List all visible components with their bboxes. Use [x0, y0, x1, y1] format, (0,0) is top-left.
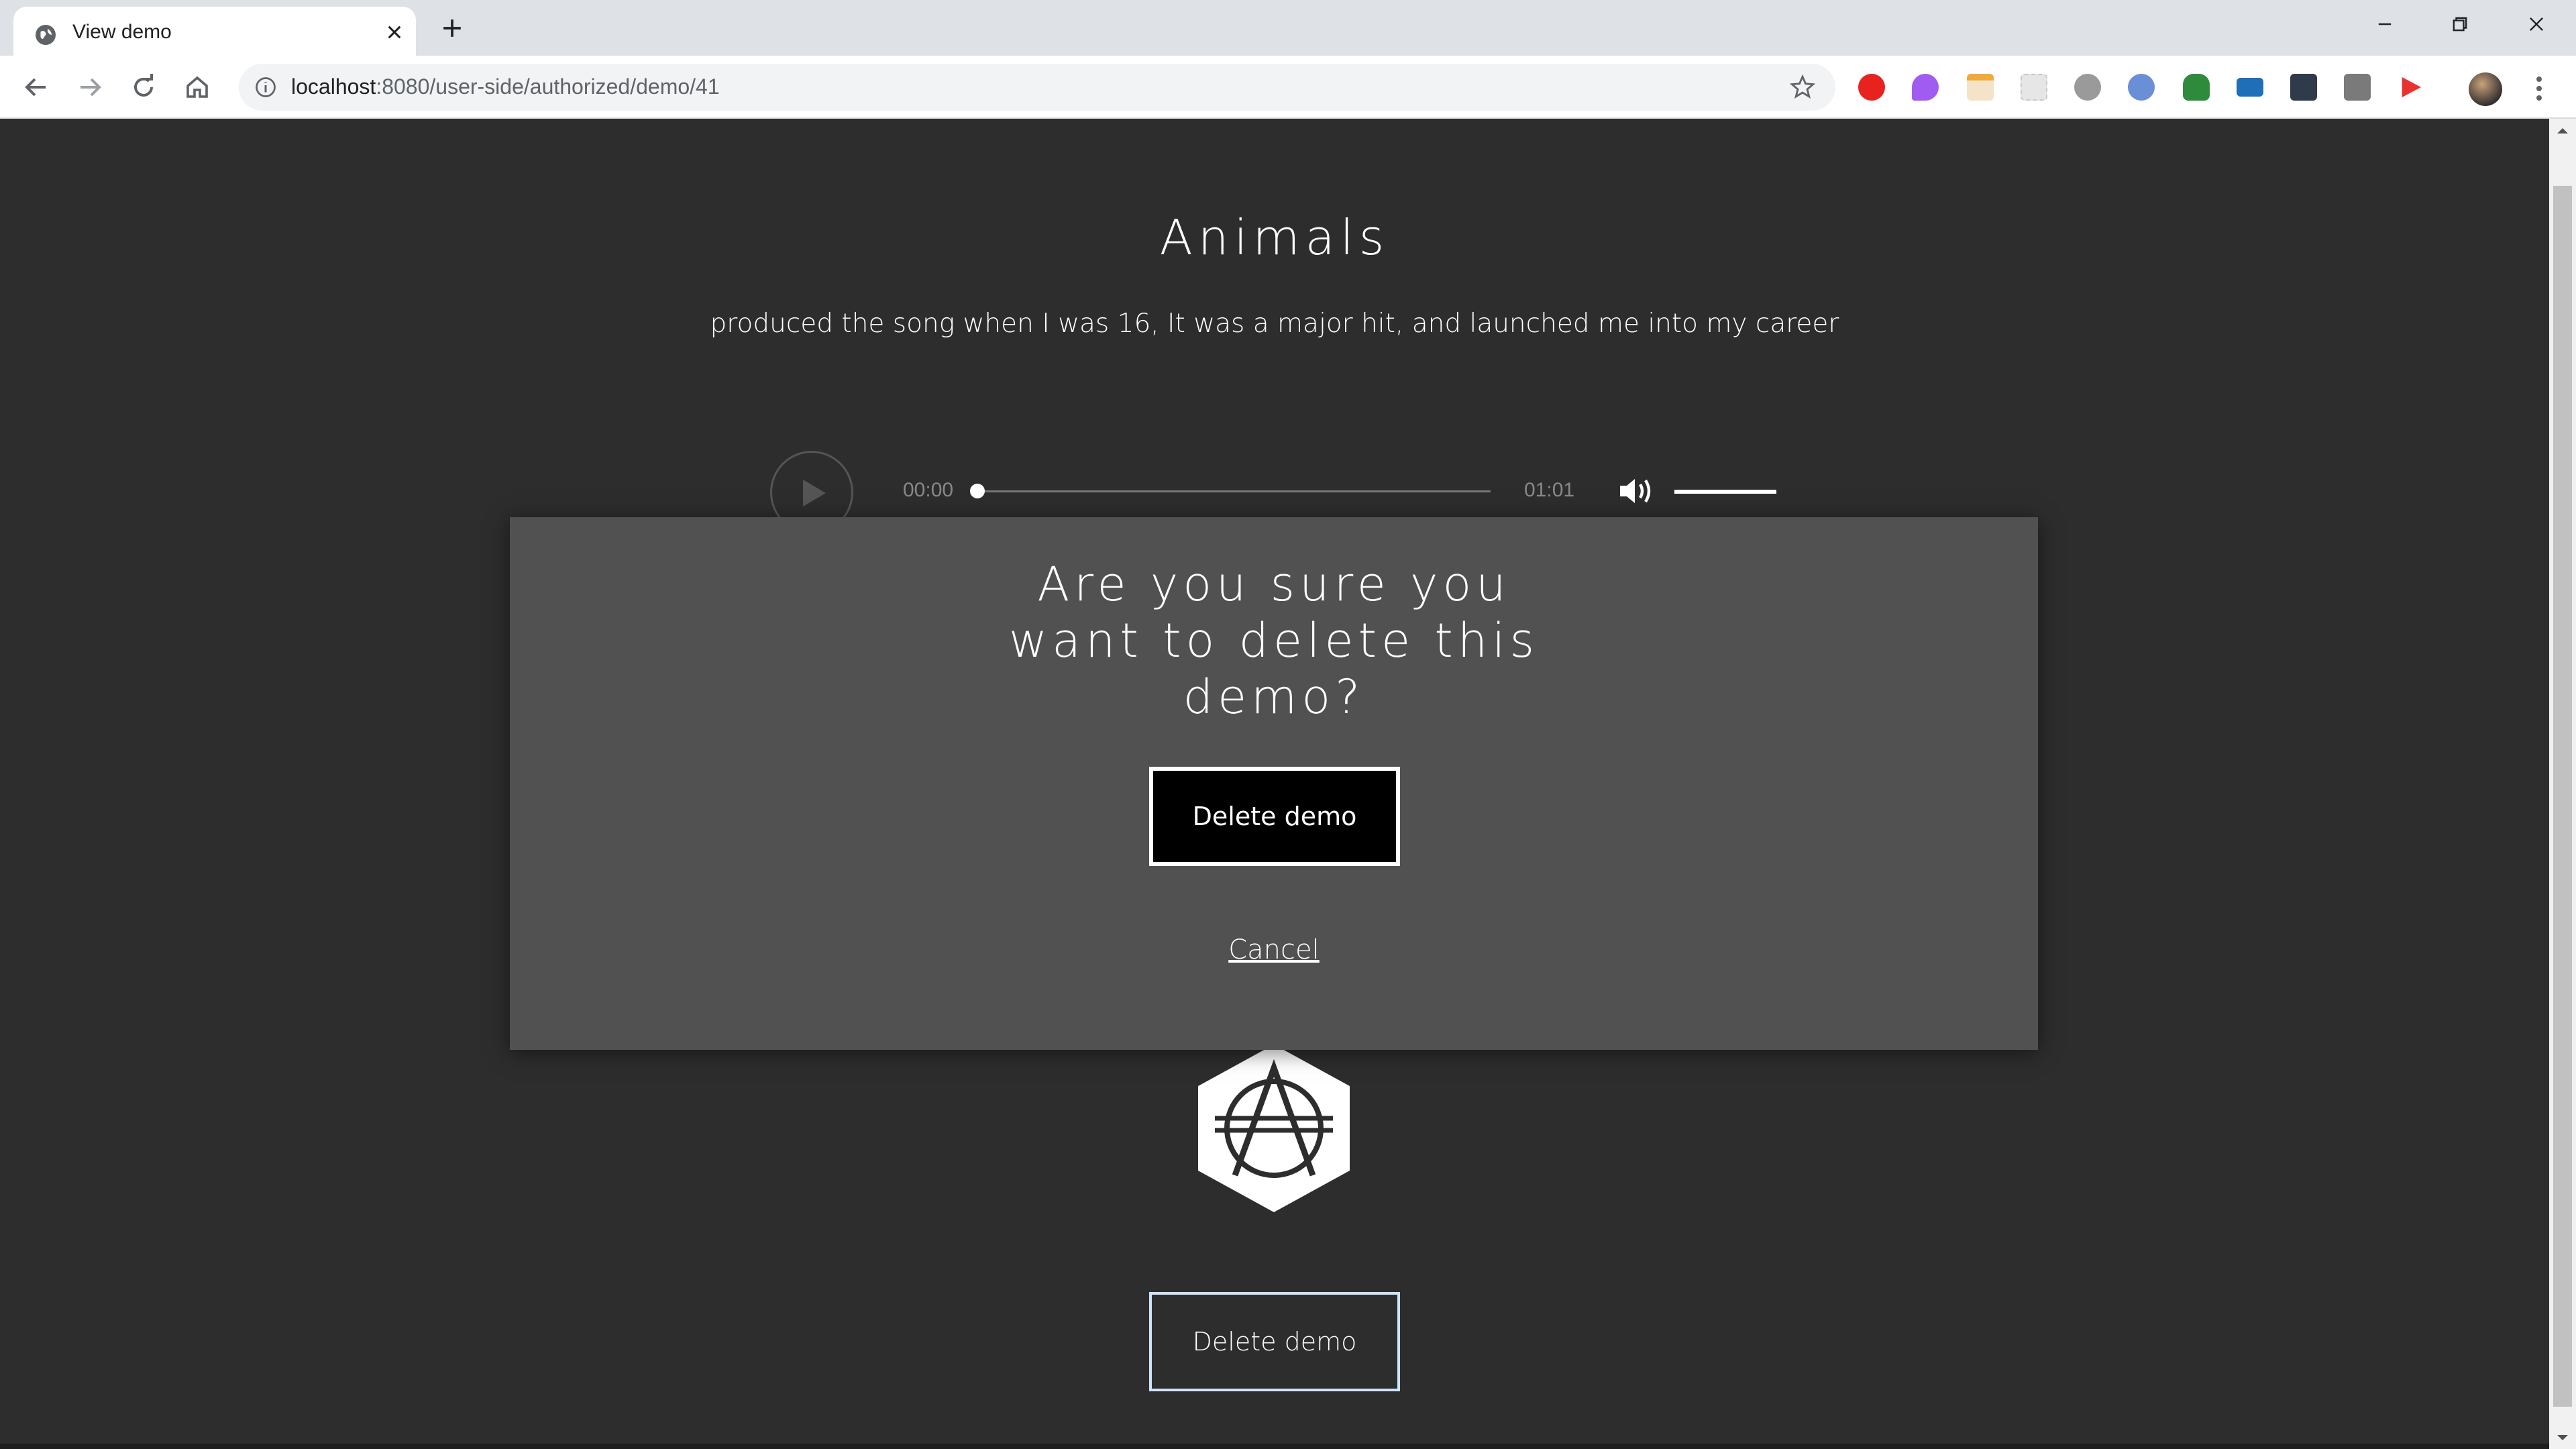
- play-icon: [803, 480, 826, 506]
- close-icon[interactable]: [381, 19, 408, 46]
- scrollbar-thumb[interactable]: [2553, 186, 2572, 1407]
- gear-extension-icon[interactable]: [2074, 74, 2101, 101]
- avatar[interactable]: [2469, 72, 2502, 106]
- brand-logo: [1198, 1044, 1350, 1212]
- x-extension-icon[interactable]: [2290, 74, 2317, 101]
- modal-title-line: demo?: [1183, 669, 1365, 724]
- paint-extension-icon[interactable]: [1912, 74, 1939, 101]
- tab-title: View demo: [72, 21, 172, 43]
- modal-title-line: want to delete this: [1008, 613, 1540, 668]
- page-bottom-edge: [0, 1444, 2549, 1449]
- plus-icon[interactable]: [437, 13, 467, 43]
- song-description: produced the song when I was 16, It was …: [710, 309, 1839, 339]
- address-bar[interactable]: localhost:8080/user-side/authorized/demo…: [239, 64, 1835, 111]
- screenshot-extension-icon[interactable]: [2021, 74, 2047, 101]
- volume-icon[interactable]: [1619, 476, 1655, 506]
- star-icon[interactable]: [1788, 73, 1817, 101]
- volume-slider[interactable]: [1674, 490, 1776, 494]
- progress-bar[interactable]: [977, 490, 1491, 492]
- restore-icon[interactable]: [2442, 9, 2478, 39]
- s-extension-icon[interactable]: [2344, 74, 2371, 101]
- delete-demo-button[interactable]: Delete demo: [1149, 1292, 1400, 1391]
- evernote-extension-icon[interactable]: [2183, 74, 2210, 101]
- scroll-up-icon[interactable]: [2556, 124, 2569, 138]
- play-extension-icon[interactable]: [2398, 74, 2424, 101]
- globe-icon: [36, 25, 56, 45]
- scroll-down-icon[interactable]: [2556, 1431, 2569, 1444]
- opera-extension-icon[interactable]: [1858, 74, 1885, 101]
- monitor-extension-icon[interactable]: [2237, 78, 2263, 97]
- url-path: :8080/user-side/authorized/demo/41: [376, 74, 720, 99]
- scrollbar[interactable]: [2549, 119, 2576, 1449]
- browser-tab-strip: View demo: [0, 0, 2576, 56]
- delete-confirm-modal: Are you sure you want to delete this dem…: [510, 517, 2038, 1050]
- calendar-extension-icon[interactable]: [1967, 74, 1994, 101]
- reload-icon[interactable]: [127, 71, 160, 103]
- menu-icon[interactable]: [2529, 72, 2549, 105]
- duration-time: 01:01: [1524, 479, 1575, 501]
- info-icon[interactable]: [254, 75, 278, 99]
- current-time: 00:00: [903, 479, 954, 501]
- back-icon[interactable]: [20, 71, 52, 103]
- url-host: localhost: [291, 74, 376, 99]
- compass-extension-icon[interactable]: [2128, 74, 2155, 101]
- browser-toolbar: localhost:8080/user-side/authorized/demo…: [0, 56, 2576, 119]
- confirm-delete-button[interactable]: Delete demo: [1149, 767, 1400, 866]
- cancel-link[interactable]: Cancel: [510, 934, 2038, 965]
- forward-icon[interactable]: [74, 71, 106, 103]
- home-icon[interactable]: [181, 71, 213, 103]
- minimize-icon[interactable]: [2367, 9, 2403, 39]
- browser-tab[interactable]: View demo: [13, 7, 416, 56]
- window-close-icon[interactable]: [2518, 9, 2555, 39]
- modal-title: Are you sure you want to delete this dem…: [510, 556, 2038, 725]
- url-text: localhost:8080/user-side/authorized/demo…: [291, 74, 720, 99]
- modal-title-line: Are you sure you: [1037, 557, 1511, 612]
- progress-handle[interactable]: [970, 484, 985, 498]
- song-title: Animals: [1159, 209, 1390, 266]
